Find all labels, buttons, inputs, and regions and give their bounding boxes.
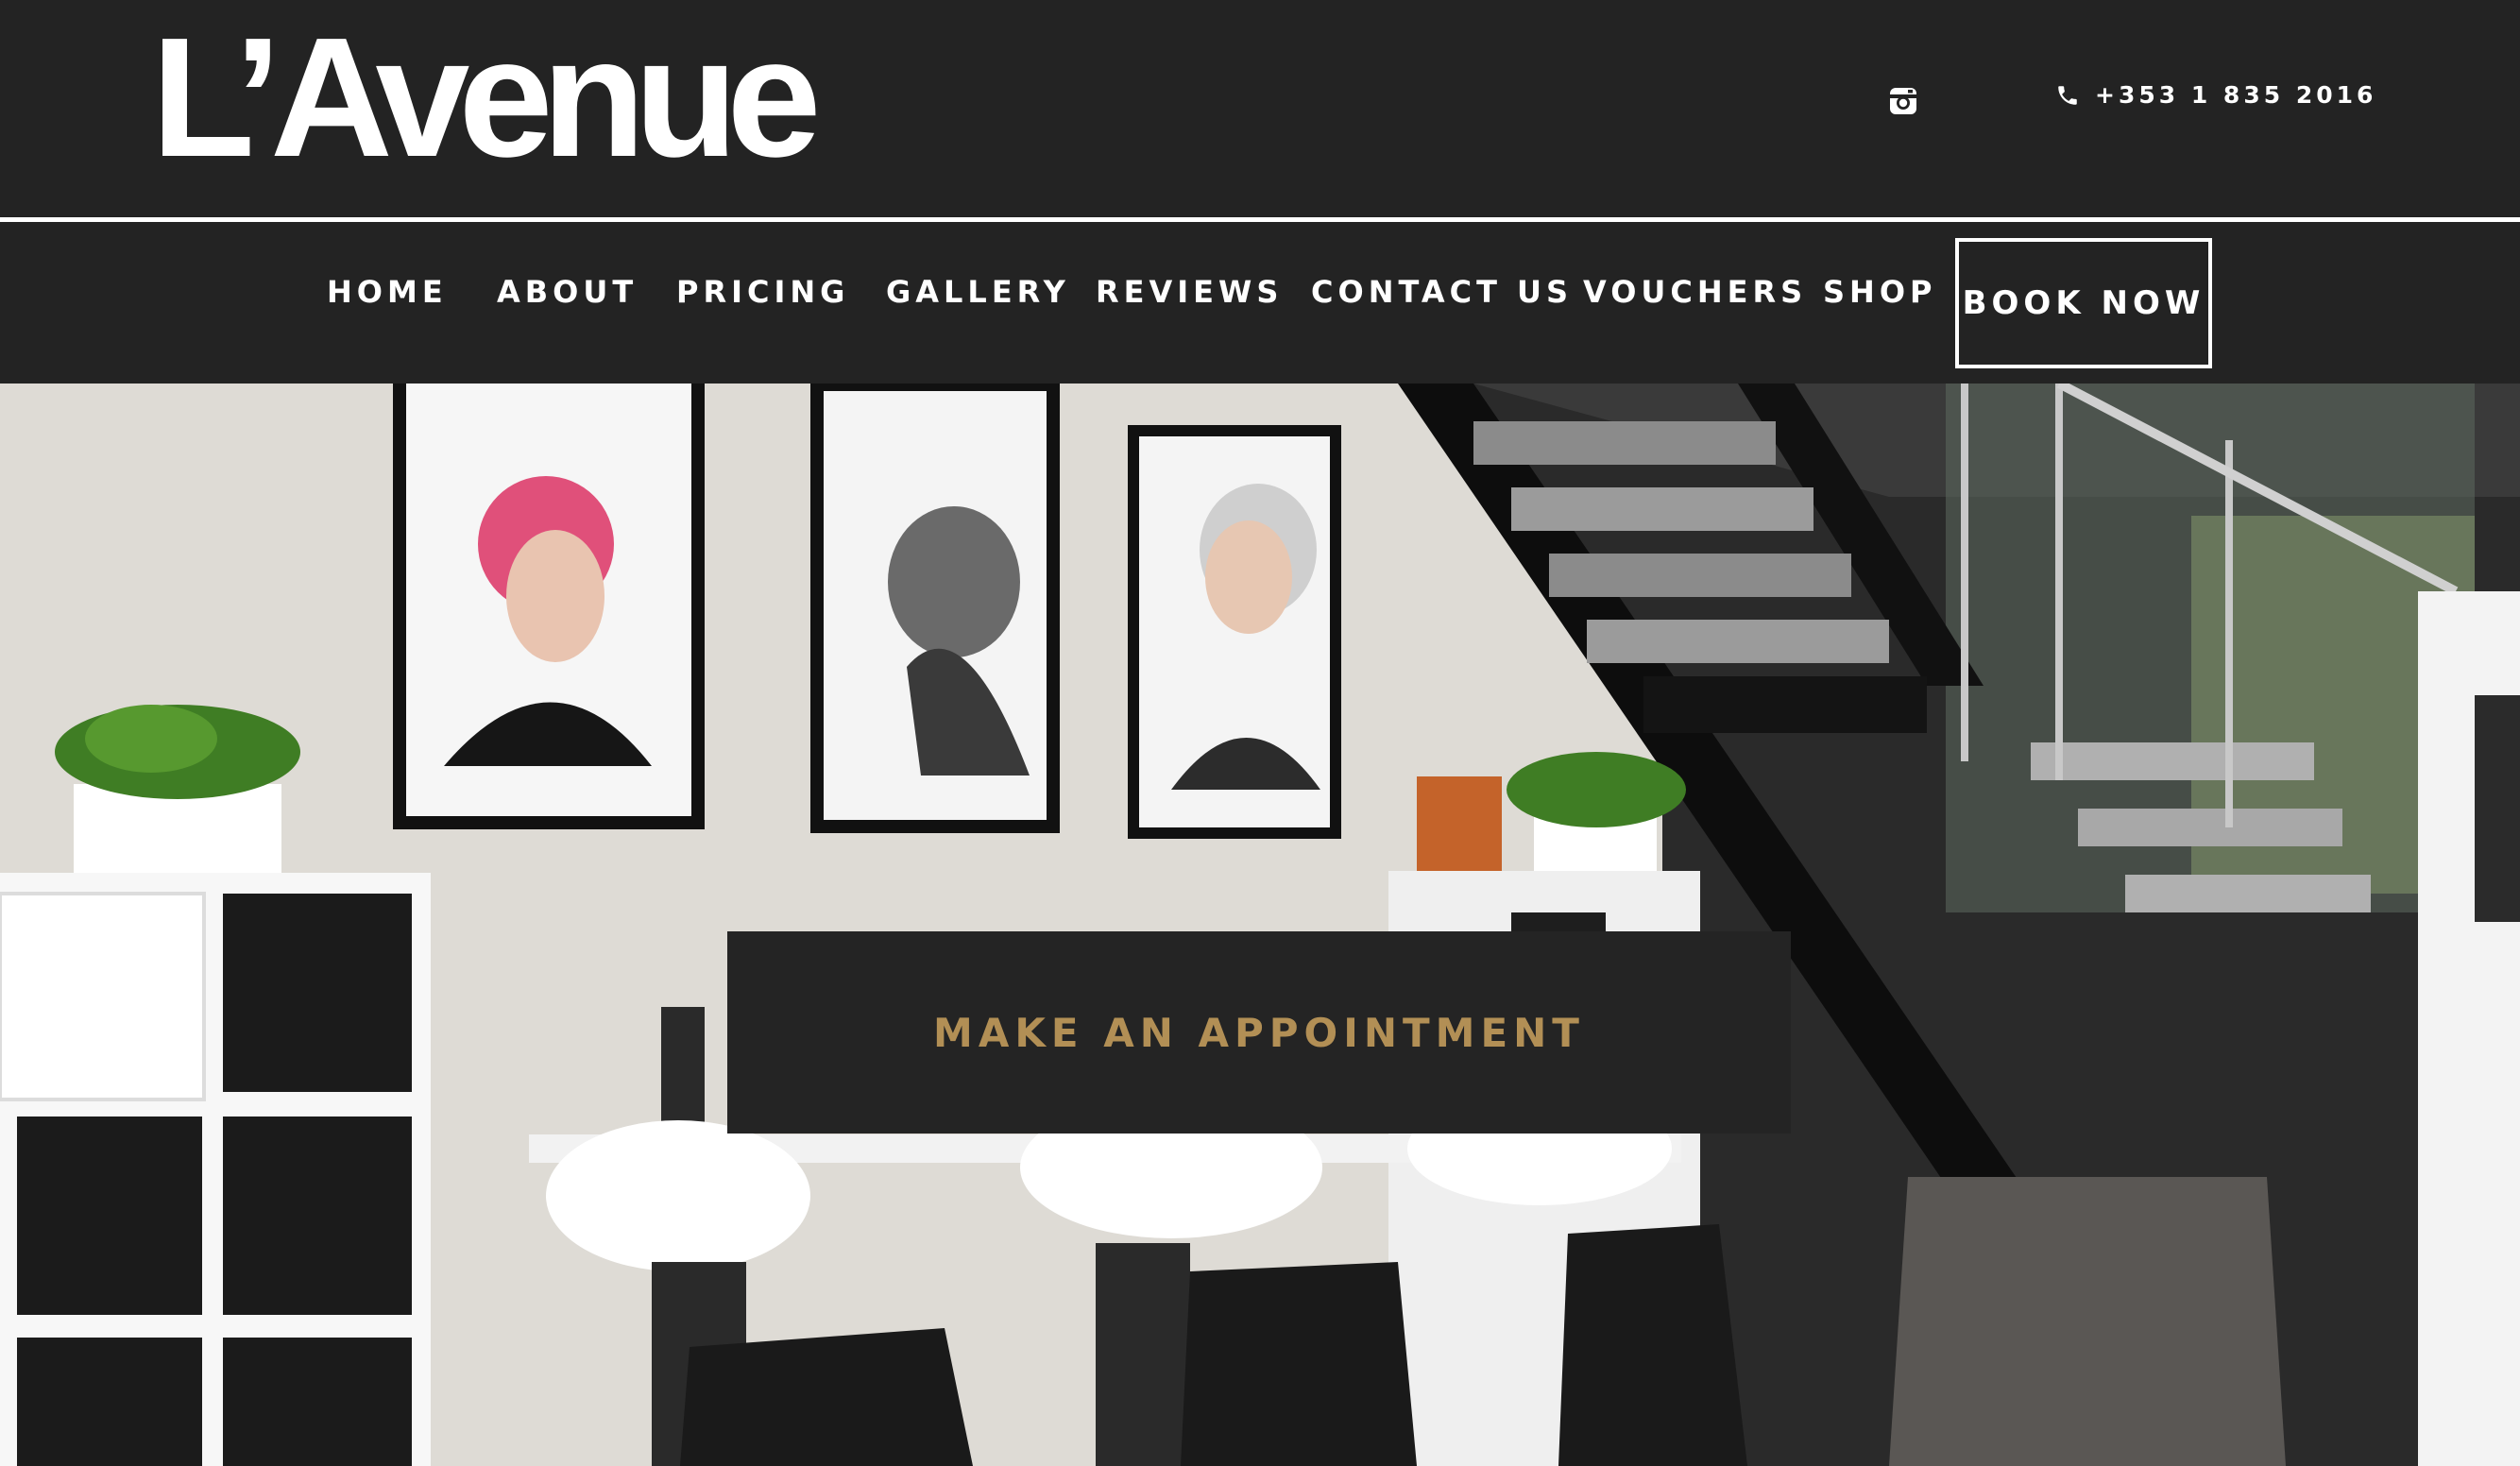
- hero-banner: [0, 384, 2520, 1466]
- nav-item-reviews[interactable]: REVIEWS: [1096, 274, 1283, 310]
- nav-item-about[interactable]: ABOUT: [497, 274, 638, 310]
- nav-item-home[interactable]: HOME: [327, 274, 448, 310]
- top-header: L’Avenue +353 1 835 2016: [0, 0, 2520, 216]
- phone-number: +353 1 835 2016: [2095, 81, 2377, 109]
- nav-item-contact-us[interactable]: CONTACT US: [1311, 274, 1573, 310]
- instagram-icon[interactable]: [1889, 87, 1917, 115]
- book-now-button[interactable]: BOOK NOW: [1955, 238, 2212, 368]
- phone-icon: [2058, 85, 2077, 105]
- phone-contact[interactable]: +353 1 835 2016: [2055, 81, 2376, 109]
- nav-item-shop[interactable]: SHOP: [1823, 274, 1936, 310]
- nav-item-pricing[interactable]: PRICING: [676, 274, 849, 310]
- make-appointment-button[interactable]: MAKE AN APPOINTMENT: [727, 931, 1791, 1134]
- nav-item-gallery[interactable]: GALLERY: [886, 274, 1070, 310]
- site-logo[interactable]: L’Avenue: [151, 13, 822, 183]
- nav-item-vouchers[interactable]: VOUCHERS: [1583, 274, 1807, 310]
- salon-interior-image: [0, 384, 2520, 1466]
